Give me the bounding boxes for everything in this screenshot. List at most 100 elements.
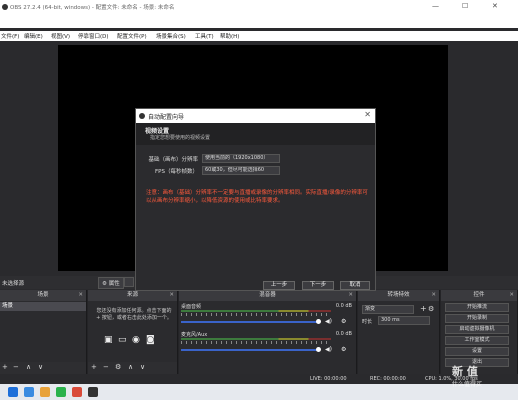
close-button[interactable]: ✕ [492,2,498,10]
menu-tools[interactable]: 工具(T) [195,32,214,40]
watermark-sub: 什么值得买 [452,381,483,388]
folder-icon[interactable] [40,387,50,397]
base-res-select[interactable]: 使用当前的（1920x1080） [202,154,280,163]
close-icon[interactable]: ✕ [364,110,371,119]
properties-label: 属性 [108,281,120,287]
app-icon[interactable] [72,387,82,397]
preview-left-margin [0,45,58,271]
remove-scene-icon[interactable]: − [13,363,19,371]
channel-name: 麦克风/Aux [181,332,208,338]
watermark: 新 值 什么值得买 [452,363,482,388]
dock-close-icon[interactable]: ✕ [348,290,353,301]
transitions-dock: 转场特效 ✕ 渐变 + ⚙ 时长 300 ms [358,290,440,374]
volume-meter [181,338,331,340]
transition-select[interactable]: 渐变 [362,305,414,314]
move-up-icon[interactable]: ∧ [26,363,31,371]
transitions-header: 转场特效 ✕ [358,290,439,301]
start-streaming-button[interactable]: 开始推流 [445,303,509,312]
display-icon: ▭ [118,335,127,345]
menu-file[interactable]: 文件(F) [1,32,19,40]
source-settings-icon[interactable]: ⚙ [115,363,121,371]
cancel-button[interactable]: 取消 [340,281,370,290]
channel-db: 0.0 dB [335,303,352,309]
channel-name: 桌面音频 [181,304,202,310]
scene-item[interactable]: 场景 [0,302,86,311]
speaker-icon[interactable]: ◀) [325,318,332,325]
resolution-note: 注意：画布（基础）分辨率不一定要与直播或录像的分辨率相同。实际直播/录像的分辨率… [146,190,368,204]
dialog-title-bar: 自动配置向导 ✕ [136,109,375,123]
app-icon[interactable] [24,387,34,397]
sources-title: 来源 [126,292,138,298]
sources-footer: + − ⚙ ∧ ∨ [88,362,177,374]
menu-edit[interactable]: 编辑(E) [24,32,43,40]
sources-empty-tip: 您还没有添加任何源。点击下面的 + 按钮，或者右击此处添加一个。 [96,308,172,321]
studio-mode-button[interactable]: 工作室模式 [445,336,509,345]
menu-bar: 文件(F) 编辑(E) 视图(V) 停靠窗口(D) 配置文件(P) 场景集合(S… [0,31,518,41]
window-title: OBS 27.2.4 (64-bit, windows) - 配置文件: 未命名… [10,5,175,11]
volume-slider[interactable] [181,349,317,351]
filters-button[interactable] [124,277,134,287]
dialog-title: 自动配置向导 [148,114,185,121]
gear-icon[interactable]: ⚙ [341,318,346,325]
add-source-icon[interactable]: + [91,363,97,371]
obs-logo-icon [139,113,145,119]
rec-status: REC: 00:00:00 [370,376,406,382]
menu-dock[interactable]: 停靠窗口(D) [78,32,109,40]
mixer-title: 混音器 [259,292,276,298]
dialog-header: 视频设置 指定您想要使用的视频设置 [136,123,375,145]
gear-icon[interactable]: ⚙ [428,305,434,313]
volume-slider[interactable] [181,321,317,323]
controls-header: 控件 ✕ [441,290,517,301]
meter-ticks [181,341,331,344]
move-up-icon[interactable]: ∧ [128,363,133,371]
fps-label: FPS（每秒帧数） [155,169,198,175]
add-scene-icon[interactable]: + [2,363,8,371]
obs-taskbar-icon[interactable] [88,387,98,397]
base-res-label: 基础（画布）分辨率 [148,157,198,163]
back-button[interactable]: 上一步 [263,281,295,290]
scenes-footer: + − ∧ ∨ [0,362,86,374]
scenes-dock: 场景 ✕ 场景 + − ∧ ∨ [0,290,87,374]
properties-button[interactable]: ⚙ 属性 [98,277,124,289]
dock-area: 场景 ✕ 场景 + − ∧ ∨ 来源 ✕ 您还没有添加任何源。点击下面的 + 按钮，… [0,290,518,374]
move-down-icon[interactable]: ∨ [38,363,43,371]
minimize-button[interactable]: — [432,2,439,10]
dock-close-icon[interactable]: ✕ [78,290,83,301]
scenes-header: 场景 ✕ [0,290,86,301]
preview-right-margin [448,45,518,271]
move-down-icon[interactable]: ∨ [140,363,145,371]
menu-scene-collection[interactable]: 场景集合(S) [156,32,186,40]
settings-button[interactable]: 设置 [445,347,509,356]
next-button[interactable]: 下一步 [302,281,334,290]
meter-ticks [181,313,331,316]
obs-logo-icon [2,4,8,10]
taskbar [0,384,518,400]
volume-knob[interactable] [316,319,321,324]
image-icon: ▣ [104,335,113,345]
sources-header: 来源 ✕ [88,290,177,301]
duration-input[interactable]: 300 ms [378,316,430,325]
start-recording-button[interactable]: 开始录制 [445,314,509,323]
menu-help[interactable]: 帮助(H) [220,32,239,40]
menu-view[interactable]: 视图(V) [51,32,70,40]
dock-close-icon[interactable]: ✕ [431,290,436,301]
source-type-icons: ▣ ▭ ◉ ◙ [104,335,164,347]
dock-close-icon[interactable]: ✕ [509,290,514,301]
mixer-header: 混音器 ✕ [179,290,356,301]
maximize-button[interactable]: ☐ [462,2,468,10]
app-icon[interactable] [56,387,66,397]
fps-select[interactable]: 60或30，但尽可能选择60 [202,166,280,175]
transitions-title: 转场特效 [387,292,410,298]
menu-profile[interactable]: 配置文件(P) [117,32,147,40]
channel-db: 0.0 dB [335,331,352,337]
controls-dock: 控件 ✕ 开始推流 开始录制 启动虚拟摄像机 工作室模式 设置 退出 [441,290,518,374]
mixer-dock: 混音器 ✕ 桌面音频 0.0 dB ◀) ⚙ 麦克风/Aux 0.0 dB ◀) … [179,290,357,374]
scenes-title: 场景 [37,292,49,298]
dock-close-icon[interactable]: ✕ [169,290,174,301]
gear-icon[interactable]: ⚙ [341,346,346,353]
volume-knob[interactable] [316,347,321,352]
speaker-icon[interactable]: ◀) [325,346,332,353]
start-icon[interactable] [8,387,18,397]
start-virtual-camera-button[interactable]: 启动虚拟摄像机 [445,325,509,334]
remove-source-icon[interactable]: − [103,363,109,371]
